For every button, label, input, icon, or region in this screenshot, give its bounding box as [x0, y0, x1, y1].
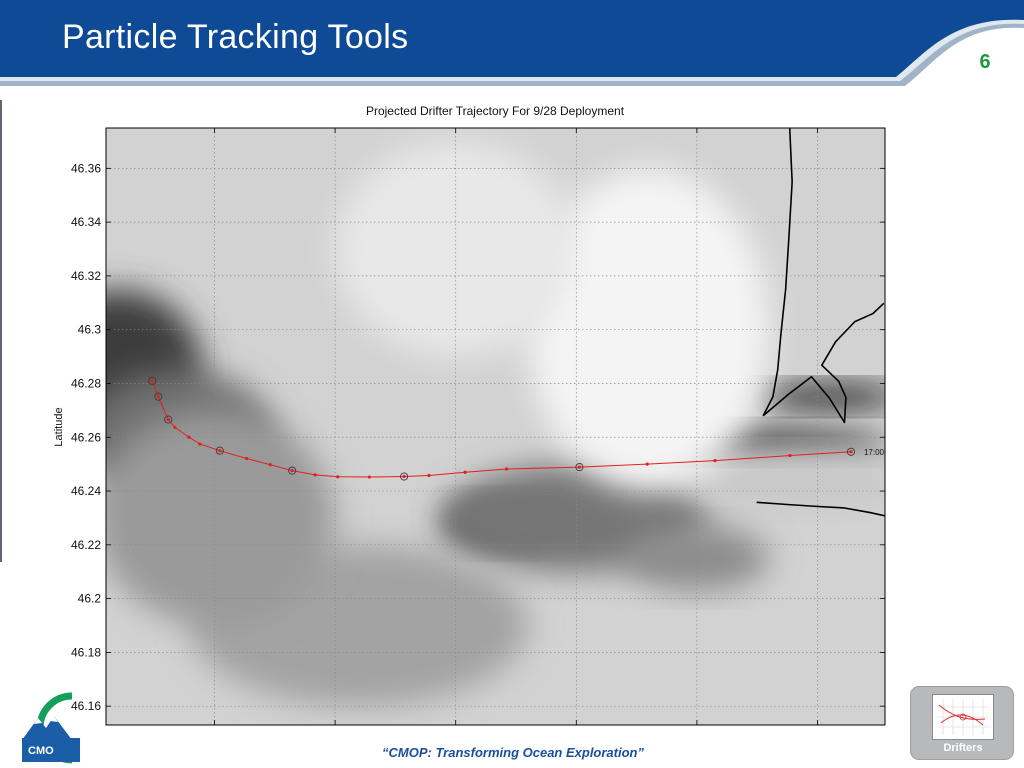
trajectory-point [849, 450, 853, 454]
logo-text: CMO [28, 745, 54, 757]
trajectory-point [504, 467, 509, 471]
y-axis-label: Latitude [53, 407, 65, 446]
footer-tagline: “CMOP: Transforming Ocean Exploration” [382, 745, 644, 760]
y-tick-label: 46.34 [71, 215, 101, 229]
drifters-nav-button[interactable]: Drifters [910, 686, 1014, 760]
cmop-logo: CMO [22, 692, 80, 764]
y-tick-label: 46.26 [71, 430, 101, 444]
x-tick-label: -124.25 [315, 733, 356, 734]
left-divider [0, 100, 2, 562]
slide-number: 6 [979, 51, 991, 73]
chart-title: Projected Drifter Trajectory For 9/28 De… [366, 104, 625, 118]
trajectory-point [713, 459, 717, 463]
trajectory-figure: Projected Drifter Trajectory For 9/28 De… [52, 92, 898, 734]
trajectory-point [198, 442, 202, 446]
trajectory-point [367, 475, 371, 479]
y-tick-label: 46.28 [71, 376, 101, 390]
y-tick-label: 46.32 [71, 269, 101, 283]
y-tick-label: 46.2 [78, 592, 102, 606]
y-tick-label: 46.3 [78, 323, 102, 337]
x-tick-label: -124.15 [556, 733, 597, 734]
x-tick-label: -124.05 [797, 733, 838, 734]
trajectory-point [336, 475, 340, 479]
trajectory-point [427, 473, 431, 478]
trajectory-time-label: 17:00 [864, 448, 885, 457]
logo-mountain-icon [22, 716, 72, 740]
drifters-thumbnail-icon [932, 694, 994, 740]
trajectory-point [245, 456, 249, 461]
y-tick-label: 46.24 [71, 484, 101, 498]
trajectory-point [577, 465, 582, 469]
trajectory-chart: Projected Drifter Trajectory For 9/28 De… [53, 104, 886, 734]
trajectory-point [166, 417, 170, 422]
trajectory-point [173, 425, 177, 429]
trajectory-point [187, 435, 191, 439]
trajectory-point [218, 449, 222, 453]
trajectory-point [150, 379, 154, 383]
y-tick-label: 46.36 [71, 161, 101, 175]
trajectory-point [645, 462, 649, 466]
trajectory-point [156, 395, 160, 399]
y-tick-label: 46.22 [71, 538, 101, 552]
x-tick-label: -124.2 [439, 733, 473, 734]
drifters-label: Drifters [943, 742, 983, 754]
trajectory-point [313, 473, 317, 477]
trajectory-point [290, 469, 294, 473]
x-tick-label: -124.3 [198, 733, 232, 734]
trajectory-point [788, 453, 792, 458]
x-tick-label: -124.1 [680, 733, 714, 734]
trajectory-point [268, 463, 272, 467]
trajectory-point [402, 474, 406, 479]
y-tick-label: 46.18 [71, 645, 101, 659]
trajectory-point [463, 470, 467, 474]
slide-title: Particle Tracking Tools [62, 18, 409, 56]
